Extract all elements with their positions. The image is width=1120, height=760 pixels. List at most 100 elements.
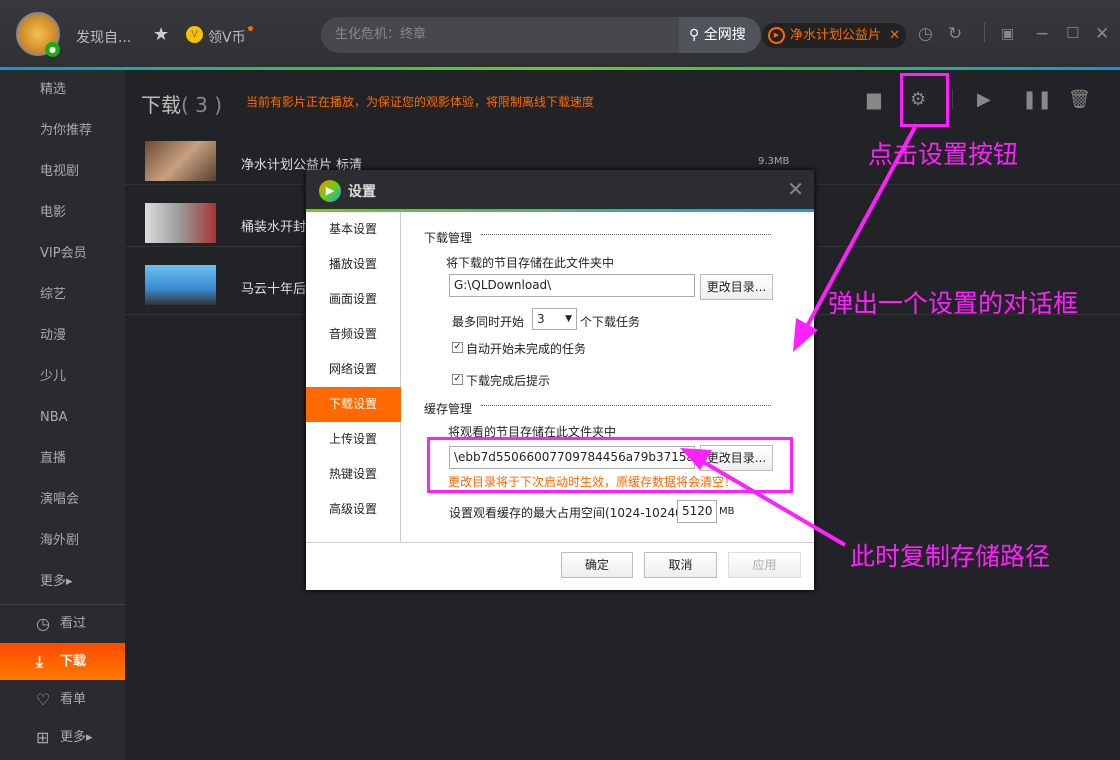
vcoin-link[interactable]: 领V币 — [208, 27, 246, 47]
thumbnail — [145, 265, 216, 305]
minimize-icon[interactable]: − — [1035, 24, 1049, 44]
sidebar: 精选 为你推荐 电视剧 电影 VIP会员 综艺 动漫 少儿 NBA 直播 演唱会… — [0, 70, 125, 760]
app-logo-icon: ▶ — [319, 180, 341, 202]
nav-hotkeys[interactable]: 热键设置 — [306, 457, 401, 492]
sidebar-item[interactable]: 电视剧 — [0, 152, 125, 192]
play-icon[interactable]: ▶ — [977, 89, 991, 110]
highlight-box — [427, 437, 793, 493]
folder-icon[interactable]: ▆ — [867, 89, 881, 110]
play-icon: ▶ — [768, 27, 785, 44]
nav-picture[interactable]: 画面设置 — [306, 282, 401, 317]
section-heading: 下载管理 — [424, 231, 473, 245]
divider — [306, 542, 814, 543]
now-playing-title: 净水计划公益片 — [790, 28, 882, 43]
vcoin-icon: V — [186, 26, 203, 43]
sidebar-item-watchlist[interactable]: ♡ 看单 — [0, 680, 125, 720]
label: 下载 — [60, 654, 87, 669]
close-window-icon[interactable]: ✕ — [1095, 24, 1109, 44]
label: 最多同时开始 — [452, 315, 525, 329]
mini-mode-icon[interactable]: ▣ — [1001, 26, 1014, 42]
notify-done-checkbox[interactable]: ✓ — [452, 374, 463, 385]
label: 将下载的节目存储在此文件夹中 — [446, 256, 615, 270]
count: ( 3 ) — [181, 93, 223, 117]
nav-playback[interactable]: 播放设置 — [306, 247, 401, 282]
ok-button[interactable]: 确定 — [561, 552, 633, 578]
download-icon: ⤓ — [36, 652, 44, 671]
selected-value: 3 — [537, 312, 545, 326]
sidebar-item[interactable]: NBA — [0, 398, 125, 438]
download-path-input[interactable]: G:\QLDownload\ — [449, 274, 695, 297]
search-input[interactable]: 生化危机：终章 — [321, 17, 679, 53]
maximize-icon[interactable]: ☐ — [1066, 24, 1079, 42]
nav-network[interactable]: 网络设置 — [306, 352, 401, 387]
chevron-down-icon: ▼ — [565, 314, 572, 324]
settings-nav: 基本设置 播放设置 画面设置 音频设置 网络设置 下载设置 上传设置 热键设置 … — [306, 212, 401, 542]
accent-line — [0, 67, 1120, 70]
sidebar-item[interactable]: 少儿 — [0, 357, 125, 397]
trash-icon[interactable]: 🗑 — [1068, 89, 1091, 110]
cache-size-input[interactable]: 5120 — [677, 500, 717, 523]
wechat-icon: ● — [45, 42, 60, 57]
search-button[interactable]: ⚲ 全网搜 — [679, 17, 761, 53]
change-download-dir-button[interactable]: 更改目录... — [700, 274, 773, 300]
unit-label: MB — [719, 506, 735, 517]
speed-limit-notice: 当前有影片正在播放，为保证您的观影体验，将限制离线下载速度 — [246, 95, 595, 109]
label: 下载完成后提示 — [466, 374, 551, 388]
sidebar-item[interactable]: 直播 — [0, 439, 125, 479]
close-icon[interactable]: ✕ — [889, 23, 900, 48]
item-size: 9.3MB — [758, 156, 790, 167]
highlight-box — [900, 73, 949, 127]
close-icon[interactable]: ✕ — [787, 177, 804, 201]
cancel-button[interactable]: 取消 — [644, 552, 717, 578]
item-title: 马云十年后 — [241, 282, 307, 297]
label: 看单 — [60, 692, 87, 707]
pause-icon[interactable]: ❚❚ — [1022, 89, 1052, 110]
sidebar-item-more[interactable]: ⊞ 更多▸ — [0, 718, 125, 758]
sidebar-item[interactable]: 动漫 — [0, 316, 125, 356]
star-icon[interactable]: ★ — [153, 24, 169, 45]
sidebar-item-history[interactable]: ◷ 看过 — [0, 604, 125, 644]
heart-plus-icon: ♡ — [36, 690, 51, 709]
top-bar: ● 发现自... ★ V 领V币 生化危机：终章 ⚲ 全网搜 ▶ 净水计划公益片 ✕… — [0, 0, 1120, 67]
sidebar-item-download[interactable]: ⤓ 下载 — [0, 643, 125, 680]
now-playing-chip[interactable]: ▶ 净水计划公益片 ✕ — [762, 23, 906, 48]
username[interactable]: 发现自... — [76, 27, 131, 47]
page-title: 下载( 3 ) — [141, 89, 222, 118]
label: 更多▸ — [60, 730, 93, 745]
divider — [481, 234, 771, 235]
apply-button[interactable]: 应用 — [728, 552, 801, 578]
settings-dialog: ▶ 设置 ✕ 基本设置 播放设置 画面设置 音频设置 网络设置 下载设置 上传设… — [306, 170, 814, 590]
search-button-label: 全网搜 — [703, 27, 746, 43]
annotation-text: 此时复制存储路径 — [850, 542, 1051, 571]
sidebar-item[interactable]: 综艺 — [0, 275, 125, 315]
refresh-icon[interactable]: ↻ — [948, 24, 962, 44]
annotation-text: 弹出一个设置的对话框 — [828, 289, 1079, 318]
sidebar-item[interactable]: 海外剧 — [0, 521, 125, 561]
sidebar-item[interactable]: 演唱会 — [0, 480, 125, 520]
nav-download[interactable]: 下载设置 — [306, 387, 401, 422]
item-title: 桶装水开封 — [241, 220, 307, 235]
divider — [984, 22, 985, 42]
nav-audio[interactable]: 音频设置 — [306, 317, 401, 352]
divider — [952, 89, 953, 109]
label: 设置观看缓存的最大占用空间(1024-10240) — [449, 506, 688, 520]
thumbnail — [145, 141, 216, 181]
dialog-title: 设置 — [348, 184, 376, 200]
search-icon: ⚲ — [689, 27, 700, 43]
history-icon: ◷ — [36, 614, 50, 633]
sidebar-item[interactable]: 电影 — [0, 193, 125, 233]
sidebar-item[interactable]: 为你推荐 — [0, 111, 125, 151]
annotation-text: 点击设置按钮 — [868, 140, 1019, 169]
sidebar-item[interactable]: VIP会员 — [0, 234, 125, 274]
history-icon[interactable]: ◷ — [918, 24, 933, 44]
nav-basic[interactable]: 基本设置 — [306, 212, 401, 247]
sidebar-item[interactable]: 精选 — [0, 70, 125, 110]
sidebar-item[interactable]: 更多▸ — [0, 562, 125, 602]
plus-box-icon: ⊞ — [36, 728, 50, 747]
dialog-titlebar[interactable]: ▶ 设置 ✕ — [306, 170, 814, 209]
auto-start-checkbox[interactable]: ✓ — [452, 342, 463, 353]
nav-upload[interactable]: 上传设置 — [306, 422, 401, 457]
nav-advanced[interactable]: 高级设置 — [306, 492, 401, 527]
label: 看过 — [60, 616, 87, 631]
max-tasks-select[interactable]: 3 ▼ — [532, 308, 577, 330]
